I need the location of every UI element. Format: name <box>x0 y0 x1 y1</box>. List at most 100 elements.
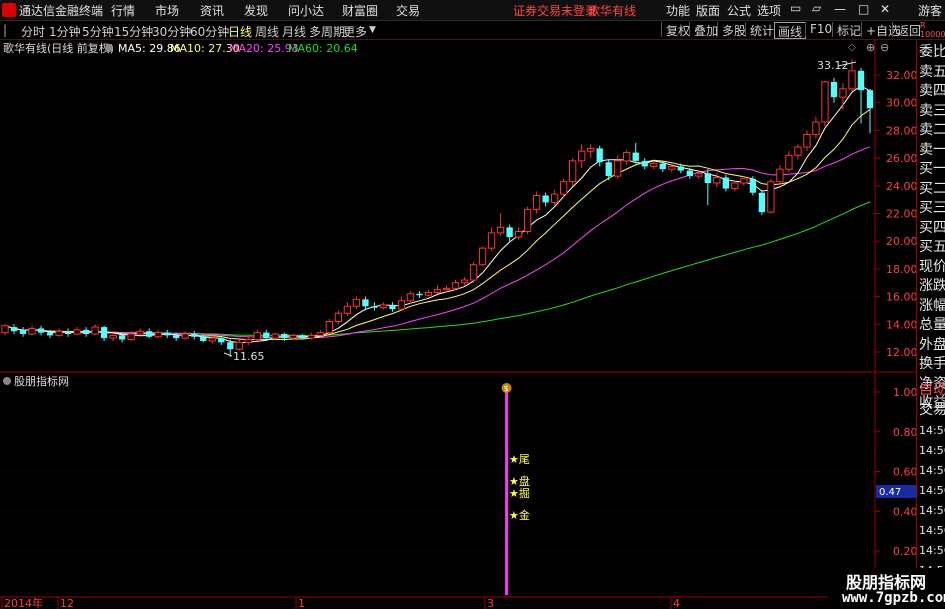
candle-body-up <box>127 333 135 341</box>
zoom-out-icon[interactable]: ⊖ <box>880 41 889 54</box>
menu-news[interactable]: 资讯 <box>200 2 224 19</box>
ma10-line <box>4 109 871 341</box>
high-price-annotation: 33.12 <box>817 59 849 72</box>
candle-body-down <box>362 299 369 307</box>
draw-line-button[interactable]: 画线 <box>774 22 807 39</box>
side-panel-item[interactable]: 总量 <box>919 318 945 333</box>
side-panel-item[interactable]: 卖三 <box>919 103 945 119</box>
menu-discover[interactable]: 发现 <box>244 2 268 19</box>
candle-body-down <box>118 335 126 340</box>
tab-monthly[interactable]: 月线 <box>282 23 306 40</box>
side-panel-item[interactable]: 14:56 <box>919 543 945 558</box>
statistics-button[interactable]: 统计 <box>745 22 774 38</box>
menu-market[interactable]: 市场 <box>155 2 179 19</box>
candle-body-up <box>469 264 478 281</box>
window-restore-icon[interactable]: ▱ <box>812 1 821 15</box>
more-dropdown-icon[interactable]: ▼ <box>369 25 376 35</box>
tab-weekly[interactable]: 周线 <box>255 23 279 40</box>
user-label[interactable]: 游客 <box>918 2 942 19</box>
tab-15min[interactable]: 15分钟 <box>114 23 153 40</box>
side-panel-item[interactable]: 14:56 <box>919 443 945 458</box>
candle-body-down <box>632 152 639 161</box>
side-panel-item[interactable]: 卖四 <box>919 84 945 99</box>
side-panel-item[interactable]: 买二 <box>919 181 945 197</box>
side-panel-item[interactable]: 涨幅 <box>919 298 945 314</box>
candle-body-down <box>722 177 729 189</box>
side-panel-item[interactable]: 换手 <box>919 357 945 372</box>
candle-body-up <box>316 332 325 336</box>
tab-5min[interactable]: 5分钟 <box>82 23 114 40</box>
side-panel-item[interactable]: 涨跌 <box>919 279 945 294</box>
f10-button[interactable]: F10 <box>805 22 832 37</box>
candle-body-down <box>10 327 18 332</box>
candle-body-up <box>136 330 144 335</box>
side-panel-item[interactable]: 14:56 <box>919 483 945 498</box>
menu-fortune[interactable]: 财富圈 <box>342 2 378 19</box>
chart-area[interactable]: 32.00 30.00 28.00 26.00 24.00 22.00 20.00 18.00… <box>0 39 916 609</box>
menu-ask[interactable]: 问小达 <box>288 2 324 19</box>
indicator-tick-label: 0.80 <box>893 426 916 439</box>
candle-body-up <box>578 150 586 162</box>
candle-body-up <box>839 88 847 98</box>
close-icon[interactable]: ✕ <box>880 2 890 16</box>
side-panel-item[interactable]: 买三 <box>919 201 945 216</box>
side-panel-item[interactable]: 14:56 <box>919 503 945 518</box>
tab-more[interactable]: 更多 <box>343 23 367 40</box>
side-panel-item[interactable]: 现价 <box>919 259 945 275</box>
price-tick-label: 14.00 <box>886 318 916 331</box>
diamond-icon[interactable]: ◇ <box>848 42 856 53</box>
menu-function[interactable]: 功能 <box>666 2 690 19</box>
candle-body-down <box>146 331 153 337</box>
tab-minute[interactable]: 分时 <box>21 23 45 40</box>
price-tick-label: 28.00 <box>886 124 916 137</box>
menu-layout[interactable]: 版面 <box>696 2 720 19</box>
candle-body-down <box>218 338 225 343</box>
tab-multi-period[interactable]: 多周期 <box>309 23 345 40</box>
multi-stock-button[interactable]: 多股 <box>717 22 746 38</box>
candle-body-up <box>514 231 523 238</box>
side-panel-item[interactable]: 14:56 <box>919 423 945 438</box>
side-panel-item[interactable]: 卖一 <box>919 142 945 158</box>
indicator-settings-icon[interactable] <box>3 377 11 385</box>
candle-body-up <box>406 293 415 302</box>
signal-label-wei: ★尾 <box>509 453 530 466</box>
candlesticks <box>1 59 874 357</box>
chart-settings-icon[interactable] <box>105 44 113 52</box>
candle-body-up <box>433 289 442 293</box>
candle-body-down <box>704 173 711 184</box>
candle-body-up <box>289 334 297 339</box>
side-panel-item[interactable]: 14:56 <box>919 523 945 538</box>
side-panel-item[interactable]: 买四 <box>919 220 945 236</box>
ma5-line <box>4 85 871 344</box>
tab-30min[interactable]: 30分钟 <box>152 23 191 40</box>
overlay-button[interactable]: 叠加 <box>689 22 718 38</box>
minimize-icon[interactable]: ▭ <box>790 1 801 15</box>
app-title: 通达信金融终端 <box>19 4 104 18</box>
menu-quotes[interactable]: 行情 <box>111 2 135 19</box>
side-panel-item[interactable]: 委比 <box>919 45 945 60</box>
mark-button[interactable]: 标记 <box>832 22 861 38</box>
side-panel-item[interactable]: 交易 <box>919 403 945 418</box>
menu-formula[interactable]: 公式 <box>727 2 751 19</box>
tab-daily[interactable]: 日线 <box>228 23 252 40</box>
menu-options[interactable]: 选项 <box>757 2 781 19</box>
side-panel-item[interactable]: 卖五 <box>919 64 945 80</box>
side-panel-top-icon[interactable]: R 10000 <box>920 21 945 39</box>
maximize-icon[interactable]: □ <box>858 2 869 16</box>
menu-trade[interactable]: 交易 <box>396 2 420 19</box>
zoom-in-icon[interactable]: ⊕ <box>866 41 875 54</box>
adjust-button[interactable]: 复权 <box>661 22 690 38</box>
toolbar-toggle-icon[interactable]: | <box>3 23 7 37</box>
back-button[interactable]: 返回 <box>892 22 921 38</box>
trade-login-status[interactable]: 证券交易未登录 <box>513 2 597 19</box>
side-panel-item[interactable]: 卖二 <box>919 123 945 138</box>
tab-60min[interactable]: 60分钟 <box>190 23 229 40</box>
side-panel-item[interactable]: 买五 <box>919 240 945 255</box>
tab-1min[interactable]: 1分钟 <box>49 23 81 40</box>
side-panel-item[interactable]: 14:56 <box>919 463 945 478</box>
side-panel-item[interactable]: 买一 <box>919 162 945 177</box>
minimize-button-icon[interactable]: — <box>834 2 846 16</box>
side-panel-item[interactable]: 自动 <box>919 383 945 398</box>
side-panel-item[interactable]: 外盘 <box>919 337 945 353</box>
candle-body-up <box>731 182 739 190</box>
